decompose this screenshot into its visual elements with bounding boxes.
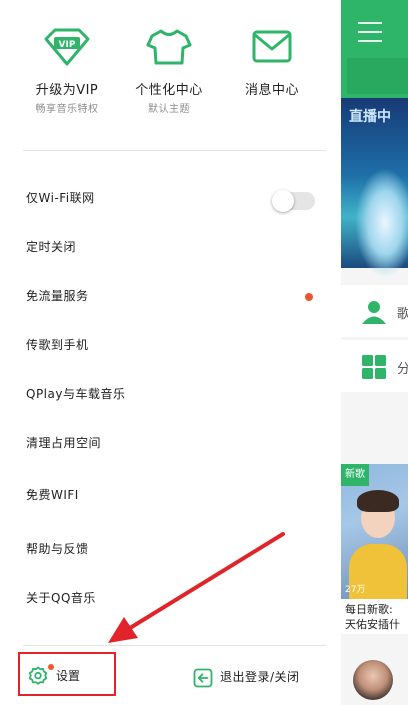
clear-storage-label: 清理占用空间 [26,436,102,450]
drawer-bottom-bar: 设置 退出登录/关闭 [0,652,341,705]
background-app-panel[interactable]: 直播中 歌 分 新歌 27万 每日新歌: 天佑安插什 [341,0,408,705]
free-wifi-label: 免费WIFI [26,488,79,502]
vip-upgrade-item[interactable]: VIP 升级为VIP 畅享音乐特权 [12,27,122,115]
personalization-center-label: 个性化中心 [135,83,203,98]
about-qq-music-item[interactable]: 关于QQ音乐 [26,578,321,618]
transfer-songs-item[interactable]: 传歌到手机 [26,325,321,365]
transfer-songs-label: 传歌到手机 [26,338,89,352]
clear-storage-item[interactable]: 清理占用空间 [26,423,321,463]
help-feedback-item[interactable]: 帮助与反馈 [26,529,321,569]
settings-button[interactable]: 设置 [18,652,116,696]
person-icon [361,299,387,325]
notification-dot [305,293,313,301]
settings-notification-dot [48,664,54,670]
menu-icon[interactable] [358,22,382,42]
personalization-center-sublabel: 默认主题 [148,104,190,115]
card-title: 每日新歌: 天佑安插什 [345,603,400,631]
banner-glow [355,168,408,278]
gear-icon [28,666,48,686]
toggle-knob [272,190,294,212]
singer-row-label: 歌 [397,307,408,322]
top-divider [23,150,326,151]
free-data-service-item[interactable]: 免流量服务 [26,276,321,316]
category-row[interactable]: 分 [341,340,408,392]
qplay-car-music-item[interactable]: QPlay与车载音乐 [26,374,321,414]
about-qq-music-label: 关于QQ音乐 [26,591,96,605]
live-banner[interactable]: 直播中 [341,98,408,278]
qplay-car-music-label: QPlay与车载音乐 [26,387,126,401]
vip-diamond-icon: VIP [42,27,92,67]
exit-arrow-icon [193,668,213,688]
message-center-label: 消息中心 [244,83,299,98]
help-feedback-label: 帮助与反馈 [26,542,89,556]
new-song-badge: 新歌 [341,464,369,486]
side-drawer: VIP 升级为VIP 畅享音乐特权 个性化中心 默认主题 消息中心 仅Wi-Fi… [0,0,341,705]
sleep-timer-label: 定时关闭 [26,240,77,254]
personalization-center-item[interactable]: 个性化中心 默认主题 [114,27,224,115]
vip-upgrade-sublabel: 畅享音乐特权 [35,104,99,115]
settings-label: 设置 [56,669,81,683]
avatar[interactable] [353,660,393,700]
svg-text:VIP: VIP [59,40,76,50]
app-header [341,0,408,98]
singer-row[interactable]: 歌 [341,285,408,337]
bottom-divider [23,645,326,646]
wifi-only-toggle[interactable] [272,190,315,212]
message-center-item[interactable]: 消息中心 [217,27,327,100]
vip-upgrade-label: 升级为VIP [35,83,99,98]
category-row-label: 分 [397,362,408,377]
wifi-only-label: 仅Wi-Fi联网 [26,191,95,205]
logout-close-label: 退出登录/关闭 [220,670,300,684]
logout-close-button[interactable]: 退出登录/关闭 [193,666,333,690]
wifi-only-item[interactable]: 仅Wi-Fi联网 [26,178,321,218]
sleep-timer-item[interactable]: 定时关闭 [26,227,321,267]
envelope-icon [247,27,297,67]
header-tab-strip [347,58,408,94]
banner-text: 直播中 [349,109,391,125]
play-count: 27万 [345,585,366,595]
free-data-service-label: 免流量服务 [26,289,89,303]
tshirt-icon [144,27,194,67]
free-wifi-item[interactable]: 免费WIFI [26,475,321,515]
new-songs-card[interactable]: 新歌 27万 每日新歌: 天佑安插什 [341,464,408,634]
grid-icon [361,354,387,380]
